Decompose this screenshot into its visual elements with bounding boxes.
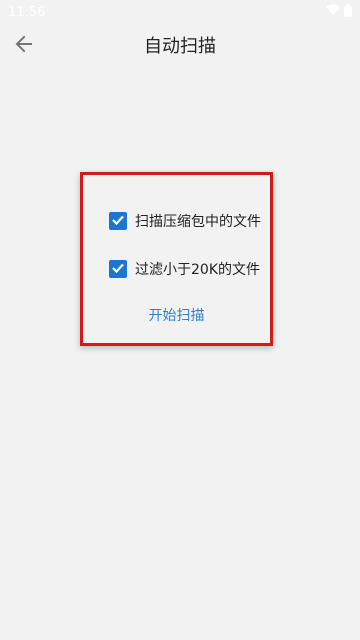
wifi-icon — [326, 4, 340, 20]
option-scan-archives[interactable]: 扫描压缩包中的文件 — [109, 210, 261, 232]
scan-archives-checkbox[interactable] — [109, 212, 127, 230]
page-title: 自动扫描 — [144, 36, 216, 57]
option-filter-small-files[interactable]: 过滤小于20K的文件 — [109, 258, 260, 280]
scan-options-panel: 扫描压缩包中的文件 过滤小于20K的文件 开始扫描 — [80, 172, 273, 346]
option-label: 扫描压缩包中的文件 — [135, 214, 261, 230]
check-icon — [111, 212, 125, 231]
start-scan-button[interactable]: 开始扫描 — [83, 305, 270, 325]
app-bar: 自动扫描 — [0, 24, 360, 66]
status-bar: 11:56 — [0, 0, 360, 24]
status-time: 11:56 — [8, 4, 46, 20]
status-icons — [326, 3, 352, 21]
battery-icon — [344, 3, 352, 21]
option-label: 过滤小于20K的文件 — [135, 262, 260, 278]
check-icon — [111, 260, 125, 279]
filter-small-files-checkbox[interactable] — [109, 260, 127, 278]
